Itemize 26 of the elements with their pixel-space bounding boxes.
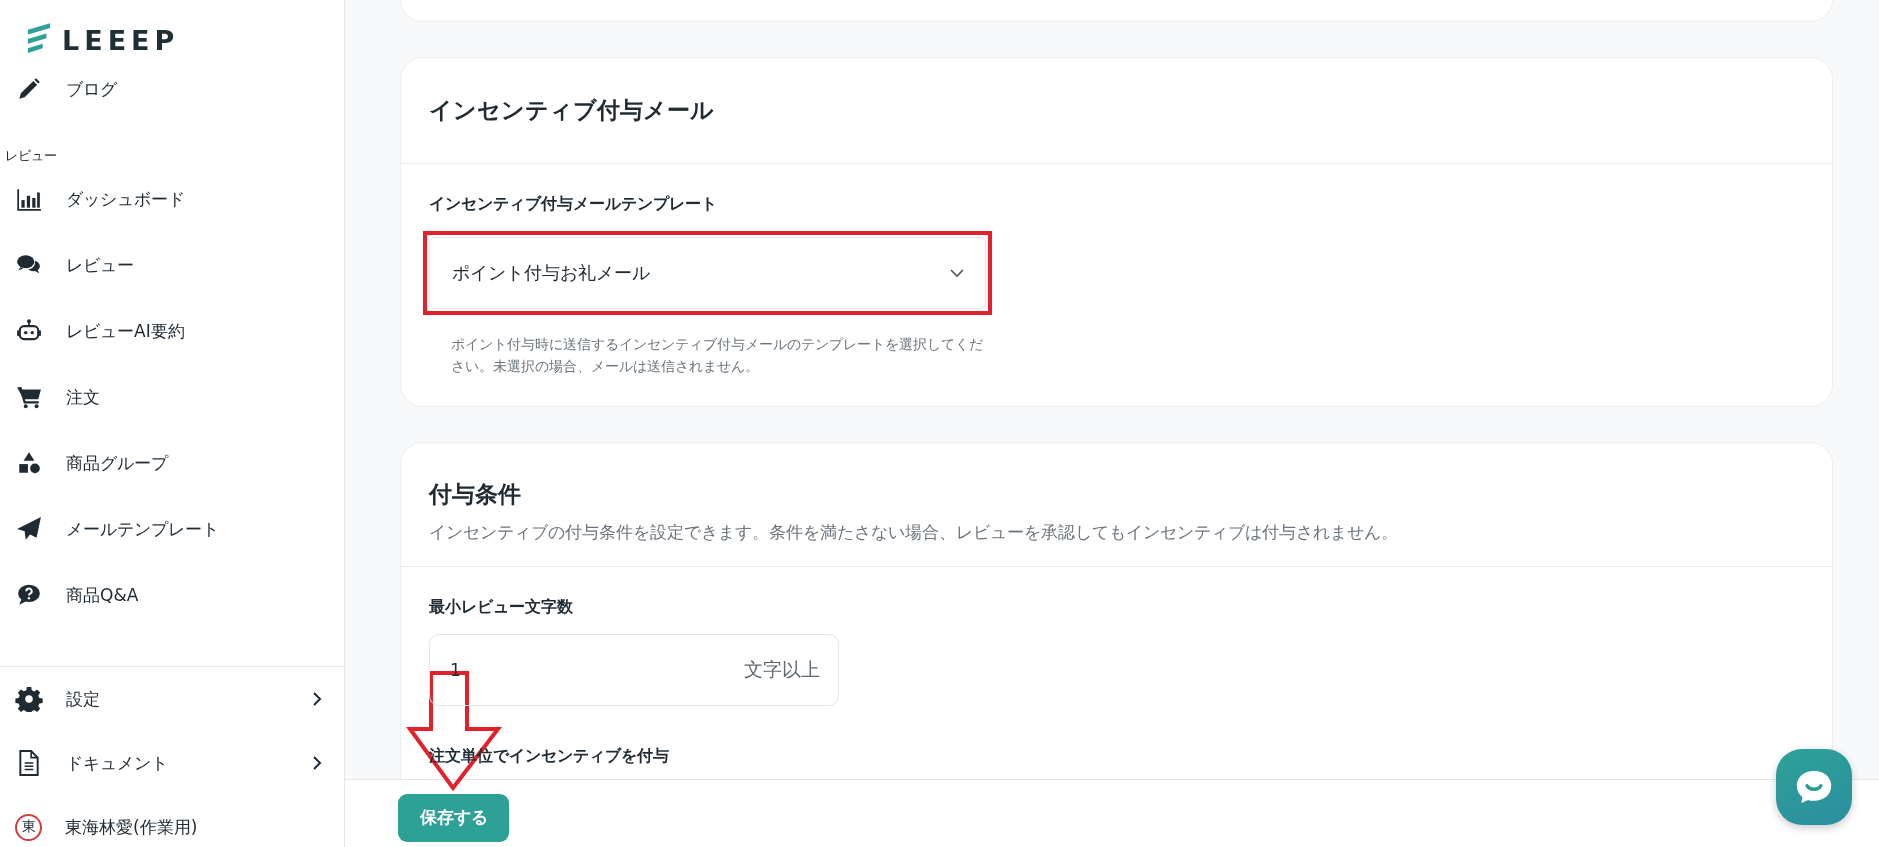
- help-text: ポイント付与時に送信するインセンティブ付与メールのテンプレートを選択してください。未選択の場合、メールは送信されません。: [451, 335, 984, 377]
- cart-icon: [14, 384, 44, 410]
- sidebar-item[interactable]: 設定: [0, 667, 344, 731]
- sidebar-item[interactable]: 注文: [0, 364, 344, 430]
- sidebar-item[interactable]: ダッシュボード: [0, 166, 344, 232]
- section-label: レビュー: [4, 147, 58, 165]
- sidebar-item[interactable]: ブログ: [0, 72, 344, 106]
- sidebar-item[interactable]: 商品Q&A: [0, 562, 344, 628]
- sidebar-item[interactable]: 商品グループ: [0, 430, 344, 496]
- sidebar-item[interactable]: ドキュメント: [0, 731, 344, 795]
- sidebar-item[interactable]: メールテンプレート: [0, 496, 344, 562]
- sidebar-item[interactable]: レビュー: [0, 232, 344, 298]
- avatar: 東: [15, 813, 42, 841]
- settings-icon: [14, 686, 44, 712]
- card-description: インセンティブの付与条件を設定できます。条件を満たさない場合、レビューを承認してもインセンティブは付与されません。: [429, 521, 1399, 544]
- field-label: 最小レビュー文字数: [429, 596, 574, 618]
- field-label: インセンティブ付与メールテンプレート: [429, 194, 718, 215]
- sidebar-item[interactable]: レビューAI要約: [0, 298, 344, 364]
- chevron-down-icon: [949, 268, 965, 278]
- chat-button[interactable]: [1776, 749, 1852, 825]
- card-title: 付与条件: [429, 479, 522, 509]
- bar-chart-icon: [14, 186, 44, 212]
- card-title: インセンティブ付与メール: [429, 96, 714, 125]
- user-menu[interactable]: 東 東海林愛(作業用): [0, 795, 344, 847]
- template-dropdown[interactable]: ポイント付与お礼メール: [429, 237, 986, 309]
- logo-text: LEEEP: [62, 24, 180, 56]
